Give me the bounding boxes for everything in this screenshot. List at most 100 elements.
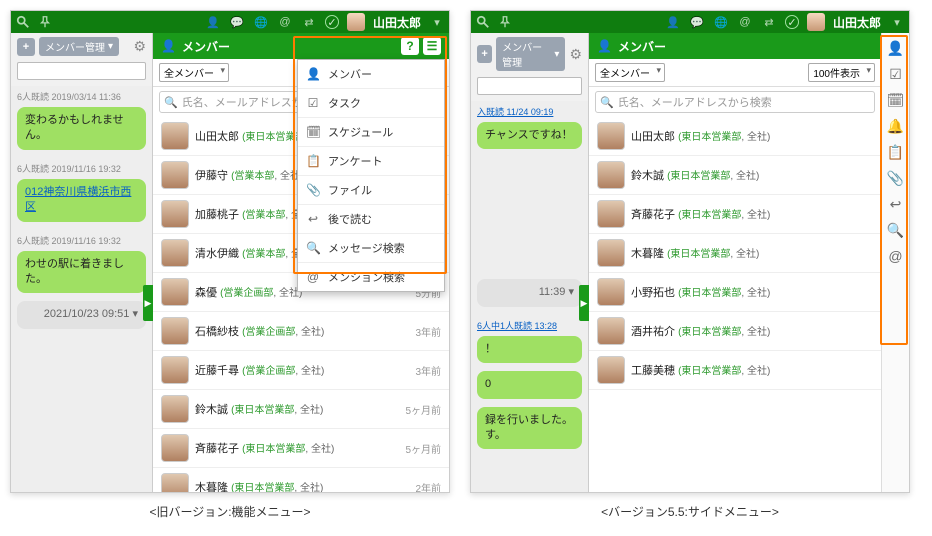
avatar[interactable] <box>807 13 825 31</box>
member-name: 木暮隆 <box>631 248 664 260</box>
member-row[interactable]: 木暮隆 (東日本営業部, 全社) <box>589 234 881 273</box>
member-name: 木暮隆 <box>195 482 228 492</box>
member-row[interactable]: 山田太郎 (東日本営業部, 全社) <box>589 117 881 156</box>
rail-task-icon[interactable]: ☑ <box>887 65 905 83</box>
member-row[interactable]: 近藤千尋 (営業企画部, 全社)3年前 <box>153 351 449 390</box>
panel-title: メンバー <box>182 38 230 55</box>
member-name: 斉藤花子 <box>631 209 675 221</box>
rail-bell-icon[interactable]: 🔔 <box>887 117 905 135</box>
member-management-button[interactable]: メンバー管理 ▾ <box>39 37 119 56</box>
side-menu-rail: 👤 ☑ 🗓 🔔 📋 📎 ↩ 🔍 @ <box>881 33 909 492</box>
sidebar-search-input[interactable] <box>17 62 146 80</box>
member-management-button[interactable]: メンバー管理 ▾ <box>496 37 565 71</box>
person-icon[interactable]: 👤 <box>665 14 681 30</box>
menu-item-label: スケジュール <box>328 124 393 140</box>
swap-icon[interactable]: ⇄ <box>761 14 777 30</box>
page-size-select[interactable]: 100件表示 <box>808 63 875 82</box>
member-filter-select[interactable]: 全メンバー <box>595 63 665 82</box>
panel-header: 👤 メンバー <box>589 33 881 59</box>
rail-schedule-icon[interactable]: 🗓 <box>887 91 905 109</box>
menu-item-icon: 🔍 <box>306 241 320 255</box>
rail-search-icon[interactable]: 🔍 <box>887 221 905 239</box>
chat-bubble: わせの駅に着きました。 <box>17 251 146 294</box>
add-button[interactable]: + <box>477 45 492 63</box>
menu-item[interactable]: 👤メンバー <box>298 60 444 88</box>
member-name: 近藤千尋 <box>195 365 239 377</box>
panel-collapse-handle[interactable]: ▶ <box>143 285 153 321</box>
member-row[interactable]: 斉藤花子 (東日本営業部, 全社) <box>589 195 881 234</box>
pin-icon[interactable] <box>37 14 53 30</box>
member-search-input[interactable]: 🔍 氏名、メールアドレスから検索 <box>595 91 875 113</box>
member-row[interactable]: 斉藤花子 (東日本営業部, 全社)5ヶ月前 <box>153 429 449 468</box>
add-button[interactable]: + <box>17 38 35 56</box>
read-meta: 6人既読 2019/11/16 19:32 <box>11 230 152 249</box>
menu-list-icon[interactable]: ☰ <box>423 37 441 55</box>
avatar <box>161 239 189 267</box>
mention-icon[interactable]: @ <box>737 14 753 30</box>
menu-item[interactable]: 🗓スケジュール <box>298 117 444 146</box>
menu-item[interactable]: ☑タスク <box>298 88 444 117</box>
pin-icon[interactable] <box>497 14 513 30</box>
menu-item[interactable]: 📎ファイル <box>298 175 444 204</box>
mention-icon[interactable]: @ <box>277 14 293 30</box>
gear-icon[interactable]: ⚙ <box>133 38 146 55</box>
menu-item[interactable]: 📋アンケート <box>298 146 444 175</box>
menu-item[interactable]: @メンション検索 <box>298 262 444 291</box>
globe-icon[interactable]: 🌐 <box>713 14 729 30</box>
member-row[interactable]: 鈴木誠 (東日本営業部, 全社)5ヶ月前 <box>153 390 449 429</box>
dropdown-caret-icon[interactable]: ▾ <box>429 14 445 30</box>
person-icon[interactable]: 👤 <box>205 14 221 30</box>
rail-readlater-icon[interactable]: ↩ <box>887 195 905 213</box>
member-name: 森優 <box>195 287 217 299</box>
menu-item[interactable]: ↩後で読む <box>298 204 444 233</box>
search-icon[interactable] <box>475 14 491 30</box>
member-scope: , 全社) <box>741 288 770 299</box>
read-link[interactable]: 入既読 11/24 09:19 <box>471 101 588 120</box>
search-icon[interactable] <box>15 14 31 30</box>
avatar <box>161 395 189 423</box>
menu-item[interactable]: 🔍 メッセージ検索 <box>298 233 444 262</box>
member-row[interactable]: 石橋紗枝 (営業企画部, 全社)3年前 <box>153 312 449 351</box>
member-name: 清水伊織 <box>195 248 239 260</box>
member-row[interactable]: 工藤美穂 (東日本営業部, 全社) <box>589 351 881 390</box>
gear-icon[interactable]: ⚙ <box>569 46 582 63</box>
timeline: 入既読 11/24 09:19 チャンスですね！ 11:39 ▾ 6人中1人既読… <box>471 101 588 492</box>
member-name: 伊藤守 <box>195 170 228 182</box>
read-meta: 6人既読 2019/03/14 11:36 <box>11 86 152 105</box>
member-time: 5ヶ月前 <box>405 441 441 456</box>
swap-icon[interactable]: ⇄ <box>301 14 317 30</box>
member-row[interactable]: 小野拓也 (東日本営業部, 全社) <box>589 273 881 312</box>
member-dept: (東日本営業部 <box>678 210 741 221</box>
member-list: 山田太郎 (東日本営業部, 全社)鈴木誠 (東日本営業部, 全社)斉藤花子 (東… <box>589 117 881 492</box>
sidebar-search-input[interactable] <box>477 77 582 95</box>
avatar <box>161 434 189 462</box>
globe-icon[interactable]: 🌐 <box>253 14 269 30</box>
rail-file-icon[interactable]: 📎 <box>887 169 905 187</box>
avatar[interactable] <box>347 13 365 31</box>
dropdown-caret-icon[interactable]: ▾ <box>889 14 905 30</box>
member-filter-select[interactable]: 全メンバー <box>159 63 229 82</box>
chat-bubble-link[interactable]: 012神奈川県横浜市西区 <box>17 179 146 222</box>
rail-mention-icon[interactable]: @ <box>887 247 905 265</box>
member-name: 斉藤花子 <box>195 443 239 455</box>
member-row[interactable]: 酒井祐介 (東日本営業部, 全社) <box>589 312 881 351</box>
member-scope: , 全社) <box>730 249 759 260</box>
member-name: 山田太郎 <box>631 131 675 143</box>
member-dept: (東日本営業部 <box>678 288 741 299</box>
rail-member-icon[interactable]: 👤 <box>887 39 905 57</box>
member-scope: , 全社) <box>730 171 759 182</box>
member-row[interactable]: 鈴木誠 (東日本営業部, 全社) <box>589 156 881 195</box>
member-time: 2年前 <box>415 480 441 493</box>
status-check-icon: ✓ <box>785 15 799 29</box>
rail-survey-icon[interactable]: 📋 <box>887 143 905 161</box>
member-row[interactable]: 木暮隆 (東日本営業部, 全社)2年前 <box>153 468 449 492</box>
menu-item-label: メッセージ検索 <box>328 240 405 256</box>
chat-icon[interactable]: 💬 <box>229 14 245 30</box>
menu-item-label: 後で読む <box>328 211 372 227</box>
chat-icon[interactable]: 💬 <box>689 14 705 30</box>
member-scope: , 全社) <box>741 132 770 143</box>
panel-collapse-handle[interactable]: ▶ <box>579 285 589 321</box>
member-dept: (営業本部 <box>242 249 285 260</box>
menu-item-icon: 👤 <box>306 67 320 81</box>
help-icon[interactable]: ? <box>401 37 419 55</box>
